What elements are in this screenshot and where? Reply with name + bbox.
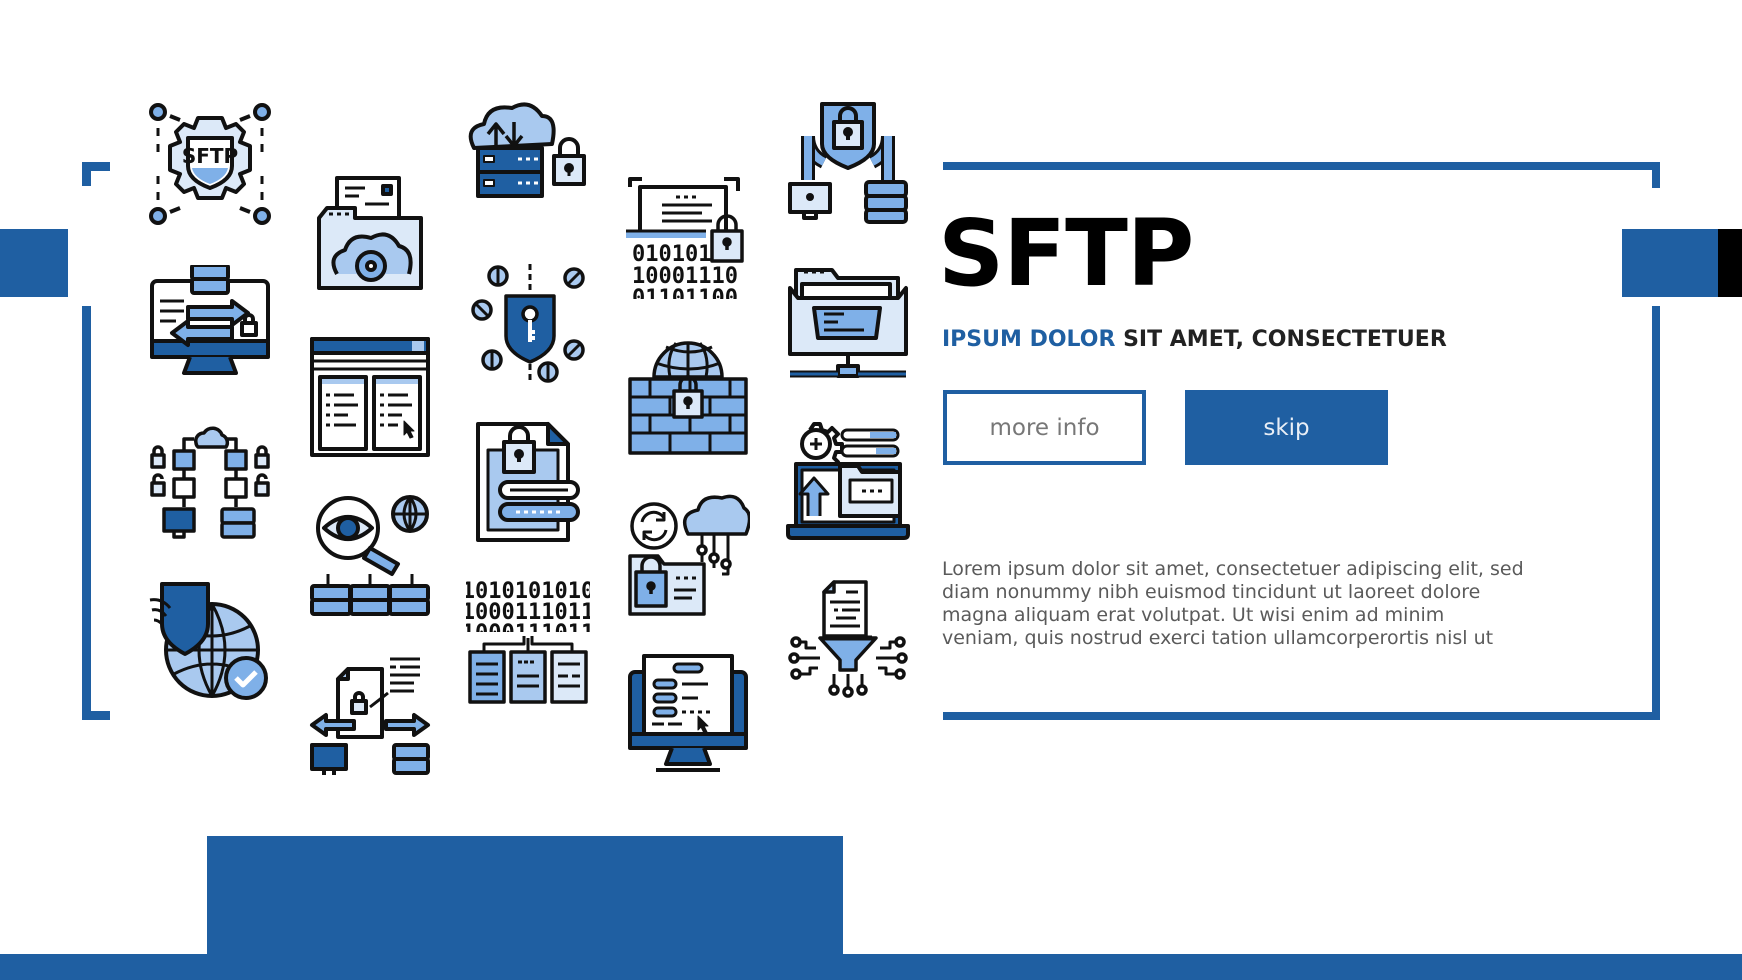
body-text: Lorem ipsum dolor sit amet, consectetuer… — [942, 558, 1562, 650]
network-folder-icon — [786, 262, 910, 386]
subtitle-accent: IPSUM DOLOR — [942, 327, 1116, 352]
right-accent-block — [1622, 229, 1718, 297]
left-bracket-top-vertical — [82, 162, 91, 186]
right-frame-vertical — [1652, 306, 1660, 720]
body-line: diam nonummy nibh euismod tincidunt ut l… — [942, 581, 1481, 603]
login-document-lock-icon — [474, 420, 584, 544]
binary-document-lock-icon: 010101 10001110 01101100 — [626, 175, 750, 299]
right-frame-bottom — [943, 712, 1660, 720]
subtitle: IPSUM DOLOR SIT AMET, CONSECTETUER — [942, 327, 1447, 352]
body-line: veniam, quis nostrud exerci tation ullam… — [942, 627, 1494, 649]
monitor-form-icon — [626, 652, 750, 776]
right-frame-top-corner — [1652, 162, 1660, 188]
cloud-server-lock-icon — [466, 102, 590, 226]
cloud-network-locks-icon — [148, 421, 272, 545]
shield-key-bugs-icon — [466, 262, 590, 386]
monitor-transfer-icon — [148, 265, 272, 385]
sync-cloud-card-icon — [626, 494, 750, 618]
page-title: SFTP — [938, 200, 1194, 307]
shield-lock-network-icon — [786, 102, 910, 226]
folder-cloud-gear-icon — [315, 174, 425, 292]
body-line: magna aliquam erat volutpat. Ut wisi eni… — [942, 604, 1445, 626]
subtitle-rest: SIT AMET, CONSECTETUER — [1115, 327, 1447, 352]
binary-line: 01101100 — [632, 286, 738, 299]
binary-files-icon: 1010101010 1000111011 1000111011 — [466, 578, 590, 708]
right-edge-dark-strip — [1718, 229, 1742, 297]
laptop-upload-settings-icon — [786, 420, 910, 544]
body-line: Lorem ipsum dolor sit amet, consectetuer… — [942, 558, 1524, 580]
file-transfer-lock-icon — [308, 655, 432, 779]
left-bracket-vertical — [82, 306, 91, 720]
bottom-bar — [0, 954, 1742, 980]
sftp-icon-label: SFTP — [182, 144, 238, 168]
skip-button[interactable]: skip — [1185, 390, 1388, 465]
more-info-button[interactable]: more info — [943, 390, 1146, 465]
right-frame-top — [943, 162, 1660, 170]
left-bracket-bottom — [82, 711, 110, 720]
bottom-accent-block — [207, 836, 843, 961]
eye-search-servers-icon — [308, 494, 432, 618]
shield-globe-check-icon — [148, 580, 272, 704]
browser-file-manager-icon — [308, 335, 432, 459]
sftp-gear-shield-icon: SFTP — [148, 102, 272, 226]
document-filter-icon — [786, 578, 910, 702]
left-accent-block — [0, 229, 68, 297]
globe-firewall-icon — [626, 335, 750, 459]
